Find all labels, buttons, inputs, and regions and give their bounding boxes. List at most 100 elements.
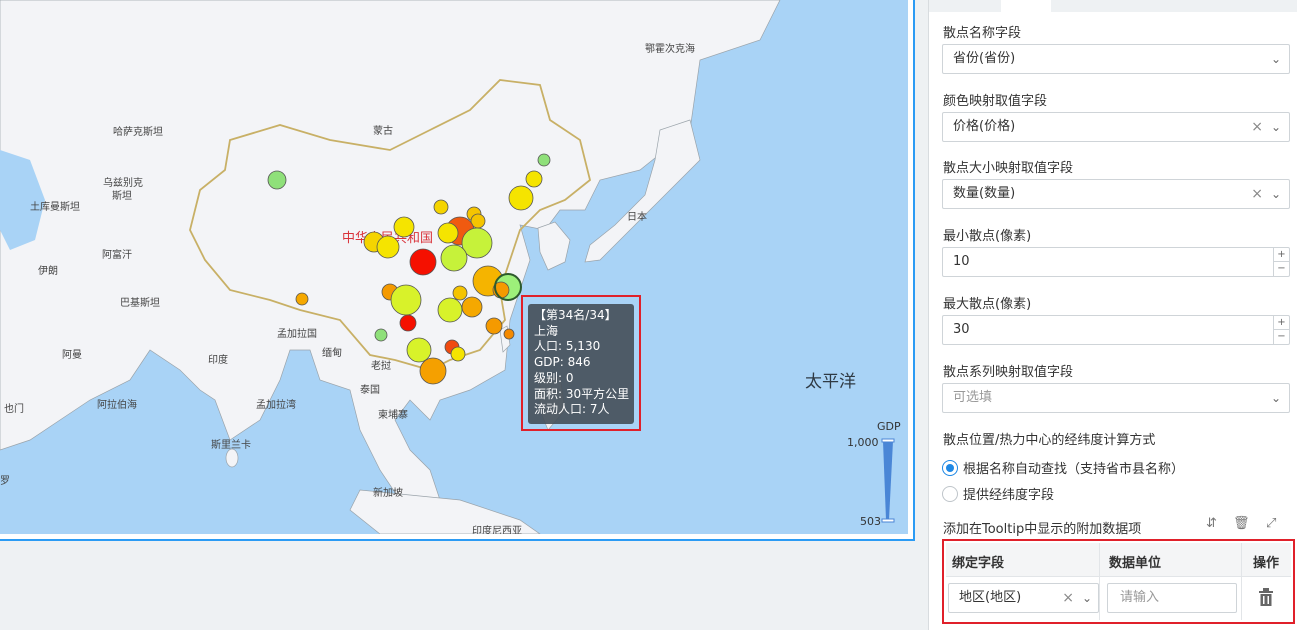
label-cambodia: 柬埔寨: [378, 408, 408, 421]
tooltip-extra-label: 添加在Tooltip中显示的附加数据项: [943, 522, 1142, 537]
min-size-input[interactable]: 10 + −: [942, 247, 1290, 277]
label-uzbekistan-2: 斯坦: [112, 189, 132, 202]
radio-unselected-icon[interactable]: [942, 485, 958, 502]
label-sri-lanka: 斯里兰卡: [211, 438, 251, 451]
label-pakistan: 巴基斯坦: [120, 296, 160, 309]
number-stepper[interactable]: + −: [1273, 248, 1289, 276]
sort-icon[interactable]: ⇵: [1206, 516, 1217, 531]
scatter-point[interactable]: [461, 296, 483, 318]
chevron-down-icon: ⌄: [1270, 52, 1281, 66]
location-method-label: 散点位置/热力中心的经纬度计算方式: [943, 433, 1156, 448]
scatter-point[interactable]: [295, 292, 309, 306]
data-unit-placeholder: 请输入: [1120, 590, 1160, 605]
size-field-label: 散点大小映射取值字段: [943, 161, 1074, 176]
label-arabian-sea: 阿拉伯海: [97, 398, 137, 411]
series-field-select[interactable]: 可选填 ⌄: [942, 383, 1290, 413]
label-bay-of-bengal: 孟加拉湾: [256, 398, 296, 411]
min-size-value: 10: [953, 254, 970, 269]
scatter-point[interactable]: [267, 170, 287, 190]
scatter-point[interactable]: [503, 328, 515, 340]
scatter-point[interactable]: [525, 170, 543, 188]
min-size-label: 最小散点(像素): [943, 229, 1032, 244]
radio-manual-label: 提供经纬度字段: [963, 488, 1055, 503]
decrement-icon[interactable]: −: [1274, 262, 1289, 276]
tooltip-name: 上海: [534, 323, 559, 338]
chevron-down-icon: ⌄: [1270, 187, 1281, 201]
max-size-input[interactable]: 30 + −: [942, 315, 1290, 345]
tooltip-level: 级别: 0: [534, 370, 574, 385]
size-field-value: 数量(数量): [953, 186, 1016, 201]
radio-auto-label: 根据名称自动查找（支持省市县名称）: [963, 462, 1185, 477]
trash-icon[interactable]: [1257, 587, 1275, 607]
radio-selected-icon[interactable]: [942, 459, 958, 476]
legend-handle-top[interactable]: [881, 438, 895, 443]
label-singapore: 新加坡: [373, 486, 403, 499]
scatter-point[interactable]: [440, 244, 468, 272]
scatter-point[interactable]: [433, 199, 449, 215]
label-kazakhstan: 哈萨克斯坦: [113, 125, 163, 138]
label-thailand: 泰国: [360, 383, 380, 396]
number-stepper[interactable]: + −: [1273, 316, 1289, 344]
scatter-point[interactable]: [437, 297, 463, 323]
label-bangladesh: 孟加拉国: [277, 327, 317, 340]
label-japan: 日本: [627, 210, 647, 223]
clear-icon[interactable]: ×: [1251, 180, 1263, 208]
col-divider: [1241, 543, 1242, 620]
panel-tab-active[interactable]: [1001, 0, 1051, 12]
scatter-point[interactable]: [409, 248, 437, 276]
scatter-point[interactable]: [450, 346, 466, 362]
color-field-label: 颜色映射取值字段: [943, 94, 1048, 109]
col-divider: [1099, 543, 1100, 620]
label-okhotsk: 鄂霍次克海: [645, 42, 695, 55]
scatter-point[interactable]: [508, 185, 534, 211]
scatter-point[interactable]: [374, 328, 388, 342]
max-size-value: 30: [953, 322, 970, 337]
delete-icon[interactable]: 🗑: [1233, 516, 1250, 531]
label-myanmar: 缅甸: [322, 346, 342, 359]
size-field-select[interactable]: 数量(数量) × ⌄: [942, 179, 1290, 209]
clear-icon[interactable]: ×: [1062, 584, 1074, 612]
scatter-point[interactable]: [537, 153, 551, 167]
scatter-point[interactable]: [393, 216, 415, 238]
radio-auto-lookup[interactable]: 根据名称自动查找（支持省市县名称）: [942, 458, 1184, 477]
expand-icon[interactable]: ⤢: [1266, 516, 1276, 531]
scatter-point[interactable]: [437, 222, 459, 244]
bind-field-value: 地区(地区): [959, 590, 1022, 605]
increment-icon[interactable]: +: [1274, 316, 1289, 330]
scatter-name-value: 省份(省份): [953, 51, 1016, 66]
scatter-name-select[interactable]: 省份(省份) ⌄: [942, 44, 1290, 74]
label-left-edge: 罗: [0, 475, 10, 487]
increment-icon[interactable]: +: [1274, 248, 1289, 262]
label-india: 印度: [208, 353, 228, 366]
scatter-point[interactable]: [406, 337, 432, 363]
tooltip-area: 面积: 30平方公里: [534, 386, 630, 401]
legend-handle-bottom[interactable]: [881, 518, 895, 523]
scatter-point[interactable]: [390, 284, 422, 316]
label-mongolia: 蒙古: [373, 124, 393, 137]
label-afghanistan: 阿富汗: [102, 248, 132, 261]
map-chart-frame[interactable]: 哈萨克斯坦 鄂霍次克海 蒙古 乌兹别克 斯坦 土库曼斯坦 伊朗 阿富汗 巴基斯坦…: [0, 0, 915, 541]
tooltip-rank: 【第34名/34】: [534, 308, 617, 322]
radio-manual-latlng[interactable]: 提供经纬度字段: [942, 484, 1054, 503]
scatter-point[interactable]: [399, 314, 417, 332]
scatter-point[interactable]: [485, 317, 503, 335]
series-field-placeholder: 可选填: [953, 390, 993, 405]
col-bind-field: 绑定字段: [952, 556, 1005, 571]
col-data-unit: 数据单位: [1109, 556, 1162, 571]
scatter-point[interactable]: [452, 285, 468, 301]
legend-min-label: 503: [860, 515, 881, 528]
color-field-select[interactable]: 价格(价格) × ⌄: [942, 112, 1290, 142]
data-unit-input[interactable]: 请输入: [1107, 583, 1237, 613]
color-field-value: 价格(价格): [953, 119, 1016, 134]
bind-field-select[interactable]: 地区(地区) × ⌄: [948, 583, 1099, 613]
label-indonesia: 印度尼西亚: [472, 524, 522, 534]
map-canvas[interactable]: 哈萨克斯坦 鄂霍次克海 蒙古 乌兹别克 斯坦 土库曼斯坦 伊朗 阿富汗 巴基斯坦…: [0, 0, 908, 534]
label-yemen: 也门: [4, 402, 24, 415]
decrement-icon[interactable]: −: [1274, 330, 1289, 344]
scatter-point[interactable]: [376, 235, 400, 259]
table-header: 绑定字段 数据单位 操作: [946, 543, 1291, 577]
col-action: 操作: [1253, 556, 1280, 571]
scatter-point[interactable]: [419, 357, 447, 385]
clear-icon[interactable]: ×: [1251, 113, 1263, 141]
series-field-label: 散点系列映射取值字段: [943, 365, 1074, 380]
